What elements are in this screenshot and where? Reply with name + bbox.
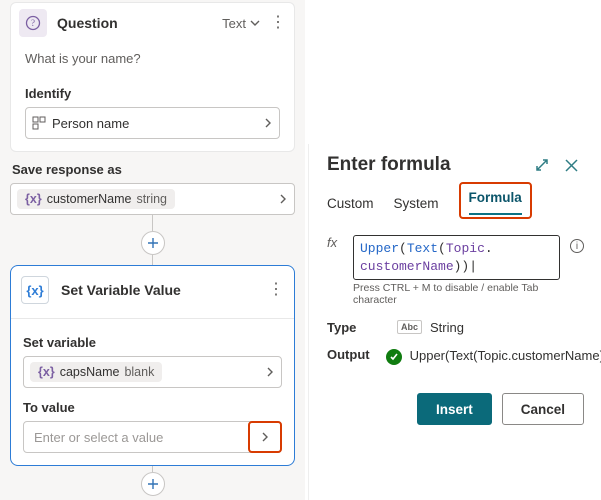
set-variable-header: {x} Set Variable Value ⋮ [11, 266, 294, 319]
tab-formula[interactable]: Formula [469, 190, 522, 215]
chevron-right-icon [260, 431, 270, 443]
set-variable-title: Set Variable Value [61, 282, 256, 298]
identify-label: Identify [25, 86, 280, 101]
cancel-button[interactable]: Cancel [502, 393, 584, 425]
to-value-input[interactable]: Enter or select a value [23, 421, 282, 453]
panel-buttons: Insert Cancel [327, 393, 584, 425]
add-node-button[interactable] [141, 231, 165, 255]
variable-icon: {x} [38, 365, 55, 379]
question-type-selector[interactable]: Text [222, 16, 260, 31]
output-value: Upper(Text(Topic.customerName)) [410, 347, 601, 365]
panel-header: Enter formula [327, 154, 584, 176]
panel-title: Enter formula [327, 154, 524, 176]
chevron-right-icon [265, 366, 275, 378]
variable-node-icon: {x} [21, 276, 49, 304]
question-node-header: ? Question Text ⋮ [11, 3, 294, 43]
output-row: Output Upper(Text(Topic.customerName)) [327, 347, 584, 365]
variable-name: capsName [60, 365, 120, 379]
save-response-label: Save response as [12, 162, 293, 177]
set-variable-field[interactable]: {x} capsName blank [23, 356, 282, 388]
fx-label: fx [327, 235, 345, 250]
tab-formula-highlight: Formula [459, 182, 532, 219]
variable-chip-caps[interactable]: {x} capsName blank [30, 362, 162, 382]
question-type-label: Text [222, 16, 246, 31]
question-node: ? Question Text ⋮ What is your name? Ide… [10, 2, 295, 152]
plus-icon [147, 478, 159, 490]
variable-name: customerName [47, 192, 132, 206]
tab-custom[interactable]: Custom [327, 196, 374, 219]
svg-text:?: ? [31, 18, 35, 28]
entity-icon [32, 116, 46, 130]
tab-system[interactable]: System [394, 196, 439, 219]
variable-icon: {x} [25, 192, 42, 206]
type-row: Type Abc String [327, 320, 584, 335]
connector-line [152, 215, 153, 231]
authoring-canvas: ? Question Text ⋮ What is your name? Ide… [0, 0, 305, 500]
plus-icon [147, 237, 159, 249]
set-variable-node[interactable]: {x} Set Variable Value ⋮ Set variable {x… [10, 265, 295, 466]
formula-editor[interactable]: Upper(Text(Topic.customerName))| [353, 235, 560, 280]
question-more-menu[interactable]: ⋮ [270, 15, 286, 31]
close-icon [564, 158, 579, 173]
save-response-field[interactable]: {x} customerName string [10, 183, 295, 215]
panel-tabs: Custom System Formula [327, 190, 584, 219]
to-value-expand-highlight[interactable] [248, 421, 282, 453]
add-node-button[interactable] [141, 472, 165, 496]
set-variable-label: Set variable [23, 335, 282, 350]
insert-button[interactable]: Insert [417, 393, 492, 425]
variable-type: string [136, 192, 167, 206]
type-label: Type [327, 320, 381, 335]
question-prompt[interactable]: What is your name? [11, 43, 294, 80]
set-variable-chevron [265, 366, 275, 378]
to-value-label: To value [23, 400, 282, 415]
type-value: String [430, 320, 464, 335]
variable-type: blank [124, 365, 154, 379]
formula-hint: Press CTRL + M to disable / enable Tab c… [353, 282, 584, 306]
string-type-icon: Abc [397, 320, 422, 334]
set-variable-more-menu[interactable]: ⋮ [268, 282, 284, 298]
identify-chevron [263, 117, 273, 129]
chevron-right-icon [263, 117, 273, 129]
formula-info-button[interactable]: i [570, 239, 584, 253]
connector-line [152, 255, 153, 265]
identify-field[interactable]: Person name [25, 107, 280, 139]
question-icon: ? [19, 9, 47, 37]
to-value-placeholder: Enter or select a value [34, 430, 248, 445]
output-label: Output [327, 347, 370, 365]
chevron-right-icon [278, 193, 288, 205]
text-cursor: | [469, 259, 477, 274]
variable-chip-customer[interactable]: {x} customerName string [17, 189, 175, 209]
chevron-down-icon [250, 18, 260, 28]
save-response-chevron [278, 193, 288, 205]
formula-input-row: fx Upper(Text(Topic.customerName))| i [327, 235, 584, 280]
token-function: Upper [360, 241, 399, 256]
token-function: Text [407, 241, 438, 256]
enter-formula-panel: Enter formula Custom System Formula fx U… [308, 144, 598, 500]
token-variable: Topic [446, 241, 485, 256]
expand-panel-button[interactable] [534, 157, 554, 173]
token-variable: customerName [360, 259, 454, 274]
identify-value: Person name [52, 116, 129, 131]
success-check-icon [386, 349, 402, 365]
expand-icon [534, 157, 550, 173]
question-title: Question [57, 15, 212, 31]
close-panel-button[interactable] [564, 158, 584, 173]
